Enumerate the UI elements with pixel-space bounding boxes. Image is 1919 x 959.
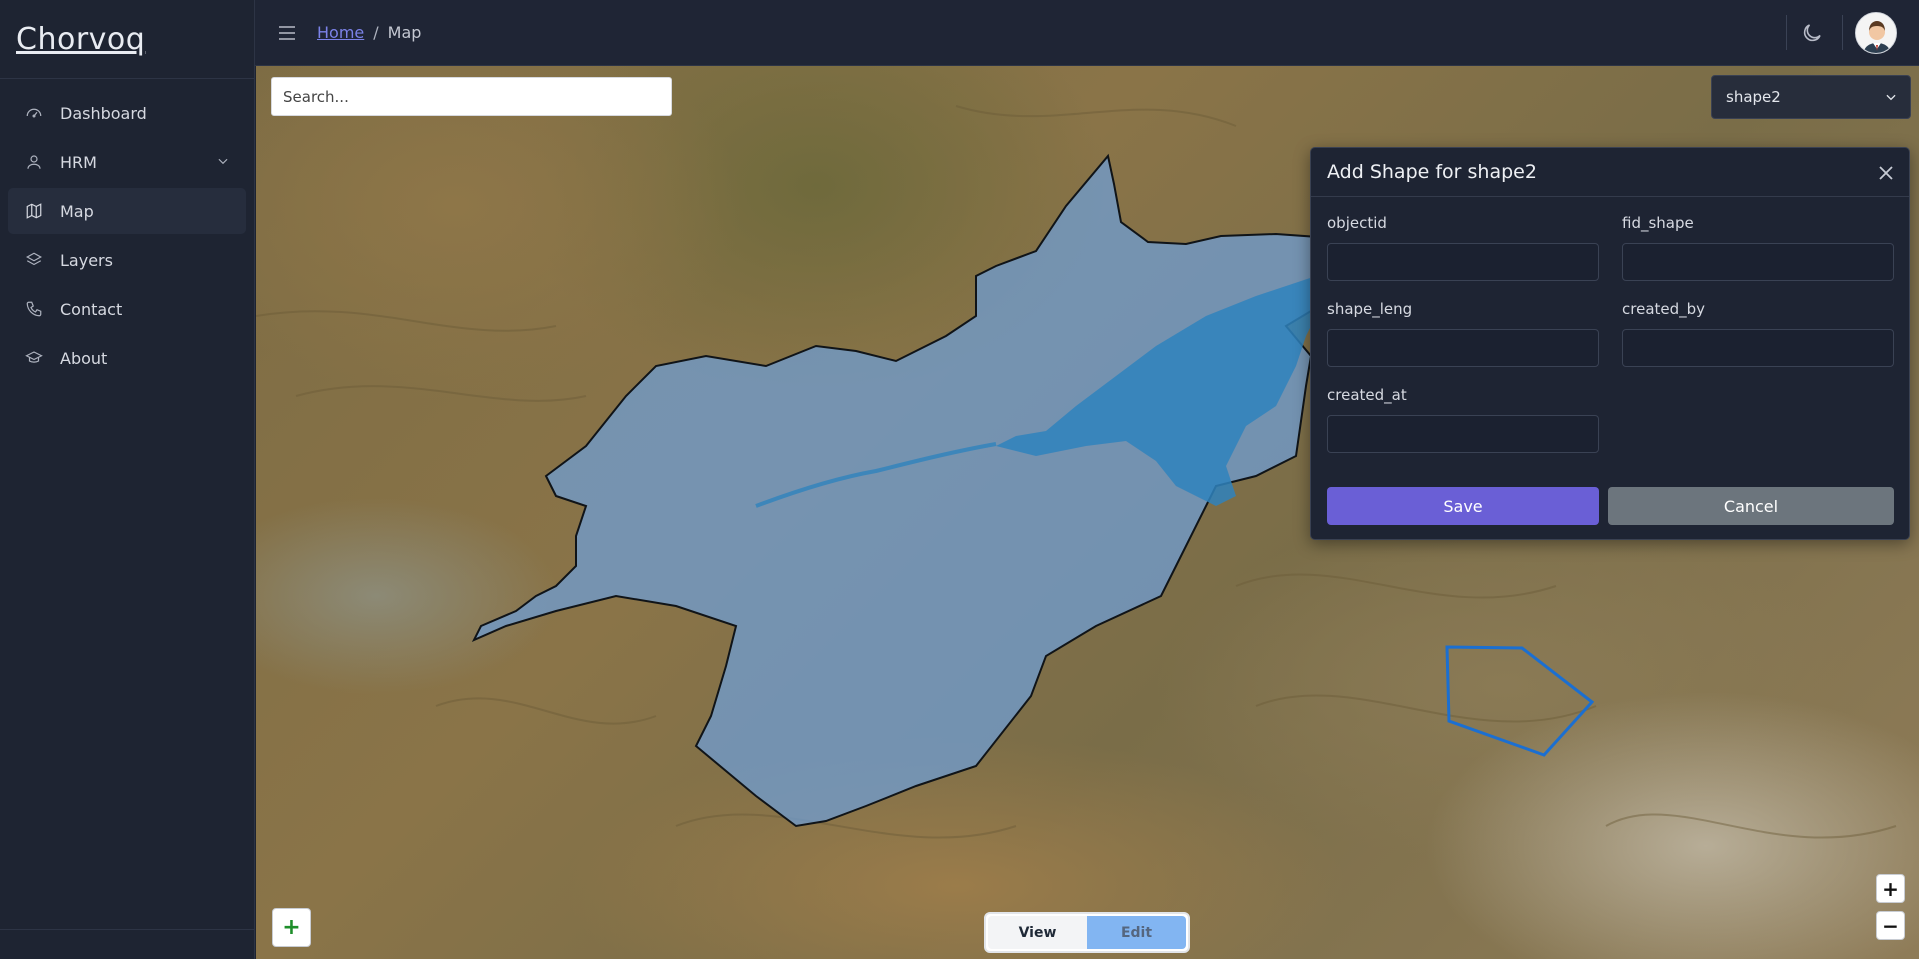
sidebar-item-hrm[interactable]: HRM bbox=[8, 139, 246, 185]
sidebar-item-label: HRM bbox=[60, 152, 97, 172]
map-icon bbox=[24, 201, 44, 221]
add-shape-button[interactable]: + bbox=[272, 908, 311, 947]
created-by-input[interactable] bbox=[1622, 329, 1894, 367]
sidebar-item-about[interactable]: About bbox=[8, 335, 246, 381]
layer-select-value: shape2 bbox=[1726, 88, 1781, 106]
header-divider bbox=[1786, 15, 1787, 50]
field-label: created_by bbox=[1622, 300, 1706, 318]
shape-leng-input[interactable] bbox=[1327, 329, 1599, 367]
sidebar-item-map[interactable]: Map bbox=[8, 188, 246, 234]
breadcrumb-home-link[interactable]: Home bbox=[317, 23, 364, 42]
modal-title: Add Shape for shape2 bbox=[1327, 161, 1537, 183]
sidebar-item-layers[interactable]: Layers bbox=[8, 237, 246, 283]
chevron-down-icon bbox=[1886, 94, 1896, 101]
field-label: shape_leng bbox=[1327, 300, 1413, 318]
sidebar-item-label: Map bbox=[60, 201, 94, 221]
avatar[interactable] bbox=[1855, 12, 1897, 54]
fid-shape-input[interactable] bbox=[1622, 243, 1894, 281]
phone-icon bbox=[24, 299, 44, 319]
breadcrumb-separator: / bbox=[373, 23, 379, 42]
field-label: objectid bbox=[1327, 214, 1387, 232]
layer-select[interactable]: shape2 bbox=[1711, 75, 1911, 119]
add-shape-modal: Add Shape for shape2 objectid fid_shape … bbox=[1310, 147, 1910, 540]
chevron-down-icon[interactable] bbox=[216, 154, 230, 168]
view-edit-toggle: View Edit bbox=[984, 912, 1190, 953]
objectid-input[interactable] bbox=[1327, 243, 1599, 281]
map-search-input[interactable] bbox=[271, 77, 672, 116]
top-bar: Home / Map bbox=[255, 0, 1919, 66]
zoom-out-button[interactable]: − bbox=[1876, 911, 1905, 940]
brand: Chorvoq bbox=[0, 0, 254, 79]
edit-mode-button[interactable]: Edit bbox=[1087, 916, 1186, 949]
user-icon bbox=[24, 152, 44, 172]
breadcrumb-current: Map bbox=[387, 23, 422, 42]
sidebar: Chorvoq Dashboard HRM Map Layers Contact… bbox=[0, 0, 255, 959]
created-at-field: created_at bbox=[1327, 386, 1599, 453]
header-divider bbox=[1842, 15, 1843, 50]
sidebar-item-label: Dashboard bbox=[60, 103, 147, 123]
breadcrumb: Home / Map bbox=[317, 23, 421, 42]
sidebar-item-contact[interactable]: Contact bbox=[8, 286, 246, 332]
moon-icon[interactable] bbox=[1800, 21, 1824, 45]
close-icon[interactable] bbox=[1877, 164, 1895, 182]
sidebar-footer bbox=[0, 929, 255, 959]
drawn-pentagon[interactable] bbox=[1445, 645, 1595, 757]
fid-shape-field: fid_shape bbox=[1622, 214, 1894, 281]
save-button[interactable]: Save bbox=[1327, 487, 1599, 525]
objectid-field: objectid bbox=[1327, 214, 1599, 281]
hamburger-menu-icon[interactable] bbox=[275, 21, 299, 45]
sidebar-item-label: About bbox=[60, 348, 108, 368]
sidebar-nav: Dashboard HRM Map Layers Contact About bbox=[0, 79, 254, 381]
field-label: created_at bbox=[1327, 386, 1407, 404]
sidebar-item-dashboard[interactable]: Dashboard bbox=[8, 90, 246, 136]
brand-logo-text[interactable]: Chorvoq bbox=[16, 22, 145, 57]
field-label: fid_shape bbox=[1622, 214, 1694, 232]
graduation-cap-icon bbox=[24, 348, 44, 368]
modal-header: Add Shape for shape2 bbox=[1311, 148, 1909, 197]
created-by-field: created_by bbox=[1622, 300, 1894, 367]
created-at-input[interactable] bbox=[1327, 415, 1599, 453]
sidebar-item-label: Contact bbox=[60, 299, 123, 319]
view-mode-button[interactable]: View bbox=[988, 916, 1087, 949]
sidebar-item-label: Layers bbox=[60, 250, 113, 270]
cancel-button[interactable]: Cancel bbox=[1608, 487, 1894, 525]
zoom-in-button[interactable]: + bbox=[1876, 874, 1905, 903]
layers-icon bbox=[24, 250, 44, 270]
dashboard-icon bbox=[24, 103, 44, 123]
shape-leng-field: shape_leng bbox=[1327, 300, 1599, 367]
